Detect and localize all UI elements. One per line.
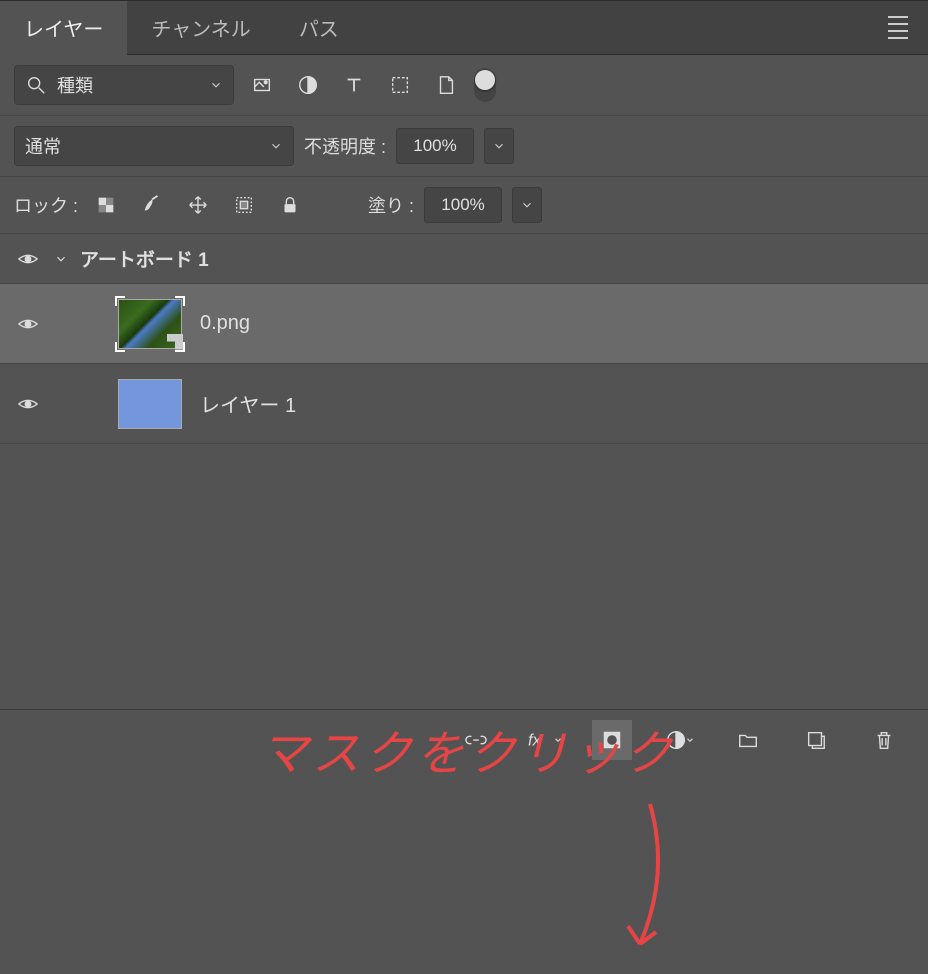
layer-list: アートボード 1 0.png レイヤー 1 マスクをクリック [0, 234, 928, 709]
lock-all-icon[interactable] [272, 187, 308, 223]
filter-pixel-icon[interactable] [244, 67, 280, 103]
filter-row: 種類 [0, 55, 928, 116]
fill-value[interactable]: 100% [424, 187, 502, 223]
panel-menu-icon[interactable] [888, 16, 908, 39]
eye-icon [17, 248, 39, 270]
visibility-toggle[interactable] [14, 248, 42, 270]
tab-layers[interactable]: レイヤー [0, 1, 127, 55]
search-icon [25, 74, 47, 96]
blend-row: 通常 不透明度 : 100% [0, 116, 928, 177]
lock-pixels-icon[interactable] [134, 187, 170, 223]
fill-dropdown[interactable] [512, 187, 542, 223]
lock-position-icon[interactable] [180, 187, 216, 223]
blend-mode-value: 通常 [25, 133, 61, 159]
visibility-toggle[interactable] [14, 313, 42, 335]
chevron-down-icon [685, 735, 695, 745]
filter-toggle[interactable] [474, 68, 496, 102]
delete-layer-icon[interactable] [864, 720, 904, 760]
annotation-arrow [560, 794, 700, 974]
add-mask-icon[interactable] [592, 720, 632, 760]
layers-panel: レイヤー チャンネル パス 種類 [0, 0, 928, 769]
artboard-row[interactable]: アートボード 1 [0, 234, 928, 284]
filter-smartobject-icon[interactable] [428, 67, 464, 103]
blend-mode-select[interactable]: 通常 [14, 126, 294, 166]
layer-row[interactable]: 0.png [0, 284, 928, 364]
new-group-icon[interactable] [728, 720, 768, 760]
filter-type-icon[interactable] [336, 67, 372, 103]
visibility-toggle[interactable] [14, 393, 42, 415]
eye-icon [17, 393, 39, 415]
layer-thumbnail[interactable] [118, 299, 182, 349]
chevron-down-icon [269, 139, 283, 153]
opacity-dropdown[interactable] [484, 128, 514, 164]
filter-type-label: 種類 [57, 72, 93, 98]
panel-tabs: レイヤー チャンネル パス [0, 1, 928, 55]
lock-transparent-icon[interactable] [88, 187, 124, 223]
chevron-down-icon [209, 78, 223, 92]
tab-paths[interactable]: パス [275, 1, 363, 55]
lock-row: ロック : 塗り : 100% [0, 177, 928, 234]
new-layer-icon[interactable] [796, 720, 836, 760]
layer-row[interactable]: レイヤー 1 [0, 364, 928, 444]
opacity-label: 不透明度 : [304, 133, 386, 159]
svg-text:fx: fx [528, 731, 542, 749]
lock-artboard-icon[interactable] [226, 187, 262, 223]
chevron-down-icon [520, 198, 534, 212]
lock-label: ロック : [14, 192, 78, 218]
toggle-handle [475, 70, 495, 90]
chevron-down-icon [553, 735, 563, 745]
chevron-down-icon[interactable] [54, 252, 68, 266]
filter-adjustment-icon[interactable] [290, 67, 326, 103]
tab-channels[interactable]: チャンネル [127, 1, 274, 55]
layer-panel-footer: fx [0, 709, 928, 769]
filter-shape-icon[interactable] [382, 67, 418, 103]
opacity-value[interactable]: 100% [396, 128, 474, 164]
layer-thumbnail[interactable] [118, 379, 182, 429]
layer-name[interactable]: 0.png [200, 312, 250, 335]
link-layers-icon[interactable] [456, 720, 496, 760]
artboard-title: アートボード 1 [80, 245, 209, 272]
chevron-down-icon [492, 139, 506, 153]
eye-icon [17, 313, 39, 335]
filter-type-select[interactable]: 種類 [14, 65, 234, 105]
fill-label: 塗り : [368, 192, 414, 218]
new-adjustment-layer-icon[interactable] [660, 720, 700, 760]
layer-name[interactable]: レイヤー 1 [200, 389, 296, 418]
layer-style-icon[interactable]: fx [524, 720, 564, 760]
